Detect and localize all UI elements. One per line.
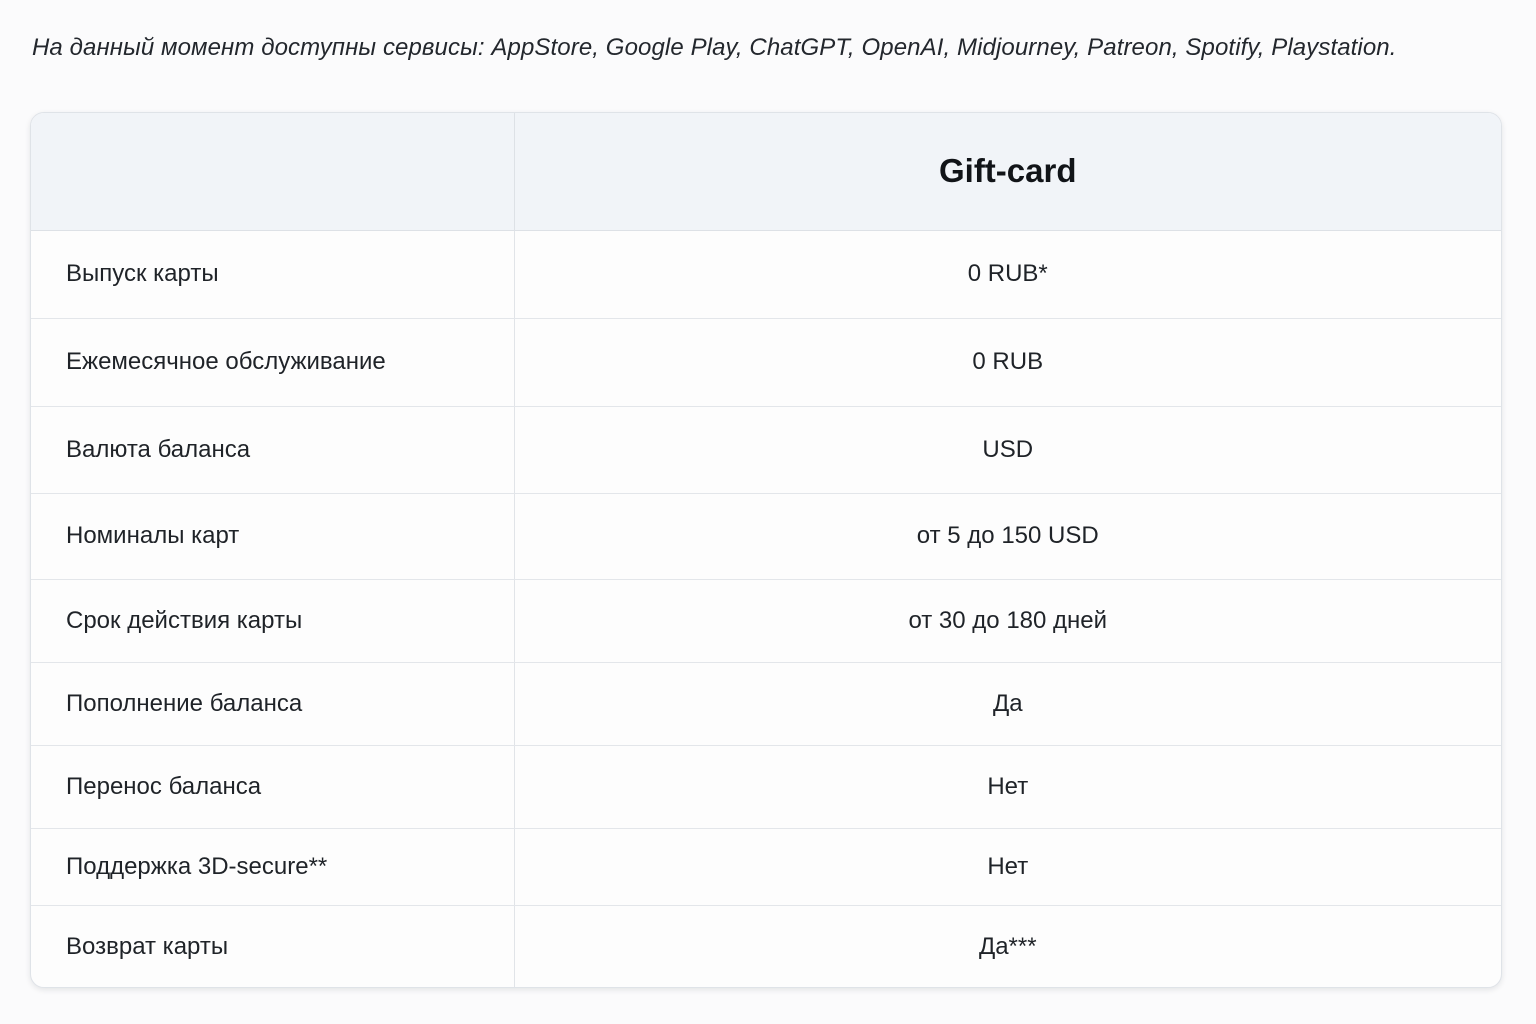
comparison-table: Gift-card Выпуск карты 0 RUB* Ежемесячно… xyxy=(30,112,1502,988)
card-features-table: Gift-card Выпуск карты 0 RUB* Ежемесячно… xyxy=(31,113,1501,987)
row-value: 0 RUB xyxy=(514,318,1501,407)
table-header-row: Gift-card xyxy=(31,113,1501,231)
table-row: Ежемесячное обслуживание 0 RUB xyxy=(31,318,1501,407)
row-label: Поддержка 3D-secure** xyxy=(31,828,515,906)
row-label: Пополнение баланса xyxy=(31,662,515,746)
table-row: Выпуск карты 0 RUB* xyxy=(31,230,1501,319)
row-label: Возврат карты xyxy=(31,905,515,987)
row-value: Нет xyxy=(514,745,1501,829)
row-label: Выпуск карты xyxy=(31,230,515,319)
row-value: USD xyxy=(514,406,1501,494)
row-label: Валюта баланса xyxy=(31,406,515,494)
table-row: Срок действия карты от 30 до 180 дней xyxy=(31,579,1501,663)
table-row: Возврат карты Да*** xyxy=(31,905,1501,987)
row-label: Срок действия карты xyxy=(31,579,515,663)
table-row: Перенос баланса Нет xyxy=(31,745,1501,829)
row-value: Да*** xyxy=(978,932,1037,960)
table-row: Валюта баланса USD xyxy=(31,406,1501,494)
header-empty-cell xyxy=(31,113,515,231)
table-row: Поддержка 3D-secure** Нет xyxy=(31,828,1501,906)
row-label: Перенос баланса xyxy=(31,745,515,829)
table-row: Номиналы карт от 5 до 150 USD xyxy=(31,493,1501,580)
header-gift-card: Gift-card xyxy=(514,113,1501,231)
row-value: 0 RUB* xyxy=(514,230,1501,319)
row-label: Ежемесячное обслуживание xyxy=(31,318,515,407)
row-value: от 30 до 180 дней xyxy=(514,579,1501,663)
row-value: Да xyxy=(514,662,1501,746)
row-value: Нет xyxy=(514,828,1501,906)
intro-text: На данный момент доступны сервисы: AppSt… xyxy=(32,34,1397,61)
row-label: Номиналы карт xyxy=(31,493,515,580)
row-value: от 5 до 150 USD xyxy=(514,493,1501,580)
table-row: Пополнение баланса Да xyxy=(31,662,1501,746)
